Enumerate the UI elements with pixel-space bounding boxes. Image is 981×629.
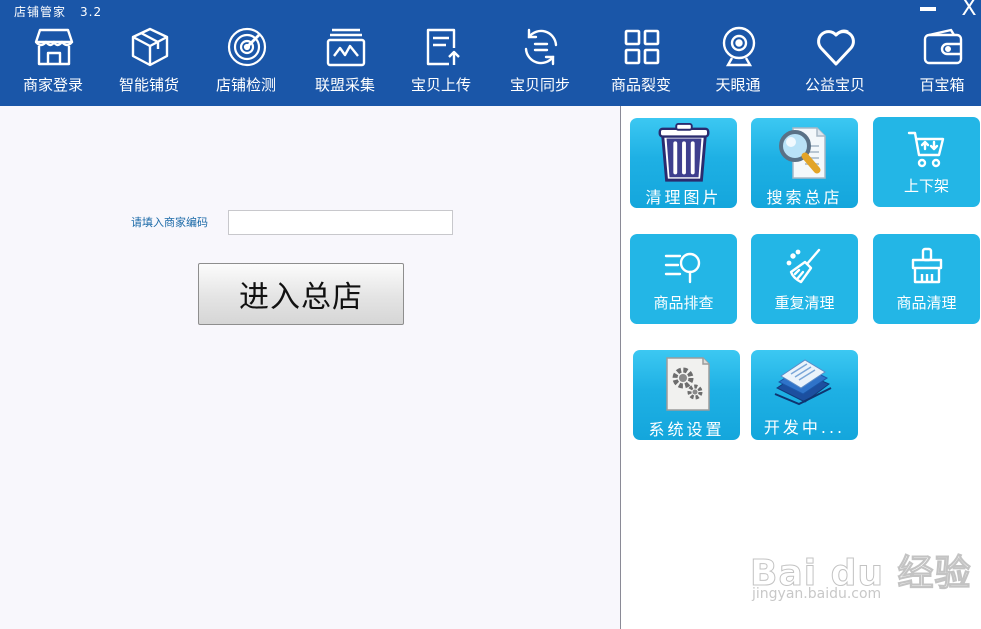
trash-icon [658, 122, 710, 182]
nav-alliance-collect[interactable]: 联盟采集 [297, 22, 393, 102]
filter-search-icon [664, 252, 701, 284]
nav-charity-item[interactable]: 公益宝贝 [787, 22, 883, 102]
app-version: 3.2 [80, 5, 103, 19]
nav-label: 百宝箱 [919, 76, 965, 94]
tile-clean-images[interactable]: 清理图片 [630, 118, 737, 208]
app-name: 店铺管家 [14, 5, 67, 19]
radar-icon [227, 27, 267, 67]
minimize-button[interactable] [918, 1, 938, 15]
settings-doc-icon [666, 357, 710, 411]
wallet-icon [923, 28, 963, 65]
nav-product-split[interactable]: 商品裂变 [593, 22, 689, 102]
magnifier-doc-icon [779, 127, 826, 179]
nav-label: 店铺检测 [215, 76, 276, 94]
store-icon [34, 28, 74, 66]
file-stack-icon [774, 359, 832, 406]
grid-icon [624, 29, 660, 65]
nav-label: 公益宝贝 [804, 76, 865, 94]
sync-icon [524, 28, 558, 66]
tile-system-settings[interactable]: 系统设置 [633, 350, 740, 440]
login-panel [0, 106, 620, 629]
close-button[interactable]: X [958, 0, 980, 21]
app-title: 店铺管家 3.2 [14, 3, 102, 20]
broom-icon [786, 248, 821, 284]
nav-smart-listing[interactable]: 智能铺货 [101, 22, 197, 102]
main-toolbar: 商家登录 智能铺货 店铺检测 联盟采集 宝贝上传 宝贝同步 商品裂变 天眼通 公… [0, 22, 981, 104]
nav-label: 商品裂变 [610, 76, 671, 94]
tile-shelve[interactable]: 上下架 [873, 117, 980, 207]
nav-label: 宝贝同步 [509, 76, 570, 94]
nav-item-sync[interactable]: 宝贝同步 [492, 22, 588, 102]
title-bar: 店铺管家 3.2 X 商家登录 智能铺货 店铺检测 联盟采集 宝贝上传 宝贝同步… [0, 0, 981, 106]
merchant-code-label: 请填入商家编码 [131, 216, 208, 229]
tile-product-check[interactable]: 商品排查 [630, 234, 737, 324]
merchant-code-input[interactable] [228, 210, 453, 235]
enter-headquarters-button[interactable]: 进入总店 [198, 263, 404, 325]
tile-label: 搜索总店 [766, 188, 843, 207]
heart-icon [817, 29, 855, 66]
nav-label: 宝贝上传 [410, 76, 471, 94]
tile-label: 商品排查 [653, 294, 714, 312]
nav-label: 商家登录 [22, 76, 83, 94]
nav-item-upload[interactable]: 宝贝上传 [393, 22, 489, 102]
nav-label: 联盟采集 [314, 76, 375, 94]
watermark-url: jingyan.baidu.com [752, 586, 882, 602]
tile-product-clean[interactable]: 商品清理 [873, 234, 980, 324]
tile-label: 系统设置 [648, 420, 725, 439]
cart-icon [907, 131, 945, 168]
chart-card-icon [326, 28, 366, 67]
brush-icon [911, 247, 943, 284]
nav-label: 智能铺货 [118, 76, 179, 94]
tile-duplicate-clean[interactable]: 重复清理 [751, 234, 858, 324]
baidu-jingyan-watermark: Bai du 经验 jingyan.baidu.com [750, 530, 972, 610]
upload-doc-icon [426, 28, 460, 66]
tile-label: 上下架 [903, 177, 949, 195]
nav-shop-check[interactable]: 店铺检测 [198, 22, 294, 102]
tile-label: 开发中... [763, 418, 846, 437]
tile-label: 清理图片 [645, 188, 722, 207]
nav-treasure-box[interactable]: 百宝箱 [894, 22, 981, 102]
webcam-icon [722, 26, 756, 67]
tile-label: 重复清理 [774, 294, 835, 312]
box-icon [131, 27, 169, 67]
nav-sky-eye[interactable]: 天眼通 [690, 22, 786, 102]
tile-label: 商品清理 [896, 294, 957, 312]
nav-label: 天眼通 [715, 76, 761, 94]
tile-search-headquarters[interactable]: 搜索总店 [751, 118, 858, 208]
tile-in-development[interactable]: 开发中... [751, 350, 858, 440]
nav-merchant-login[interactable]: 商家登录 [5, 22, 101, 102]
